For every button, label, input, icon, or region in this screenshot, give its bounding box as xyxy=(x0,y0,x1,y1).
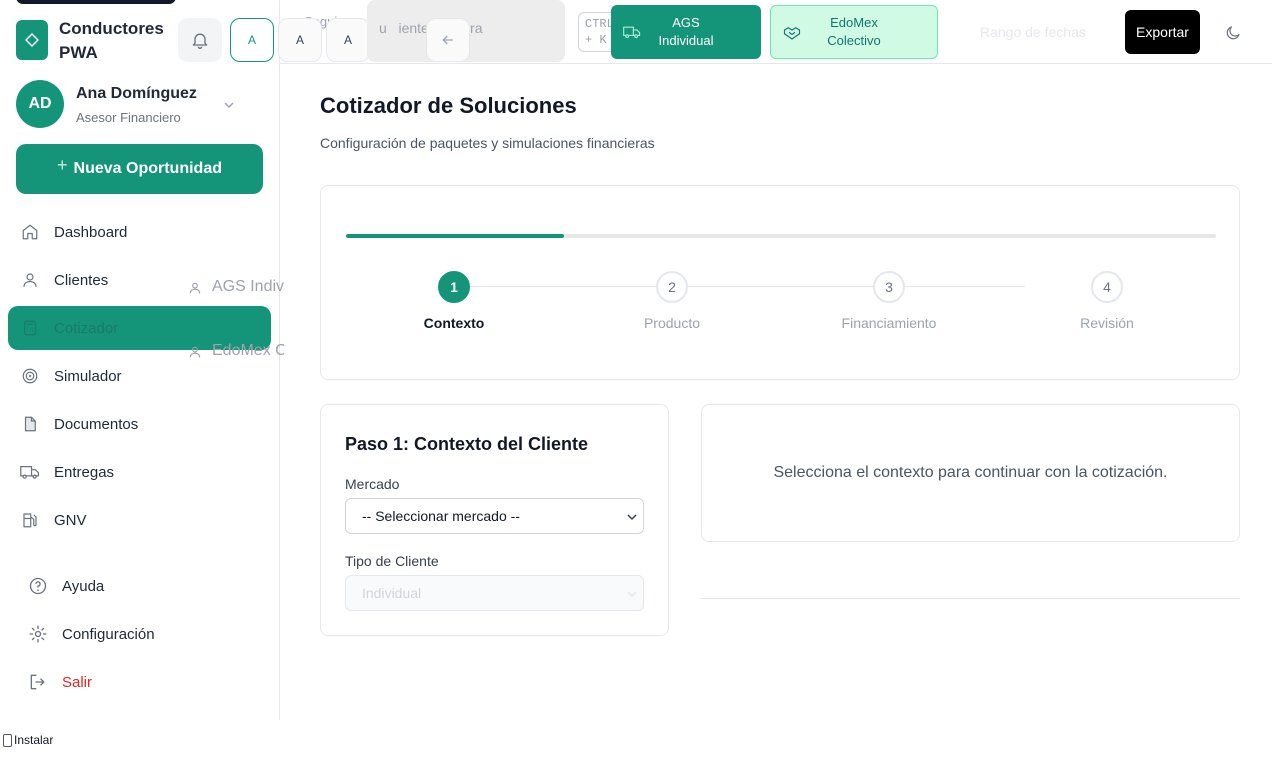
dark-mode-toggle[interactable] xyxy=(1224,24,1242,42)
step-label: Revisión xyxy=(1080,315,1134,331)
settings-label: Configuración xyxy=(62,625,155,643)
market-select[interactable]: -- Seleccionar mercado -- xyxy=(345,498,644,534)
step-number: 1 xyxy=(438,271,470,303)
submenu-item-ags-individual[interactable]: AGS Individual xyxy=(188,275,284,299)
chevron-down-icon xyxy=(627,590,637,598)
submenu-label: AGS Individual xyxy=(212,278,284,295)
divider xyxy=(701,598,1240,599)
step-number: 2 xyxy=(656,271,688,303)
truck-icon xyxy=(623,24,641,40)
handshake-icon xyxy=(783,25,801,41)
market-select-value: -- Seleccionar mercado -- xyxy=(362,508,520,524)
date-range-picker[interactable]: Rango de fechas xyxy=(980,24,1086,40)
sidebar-item-label: Clientes xyxy=(54,271,109,289)
help-label: Ayuda xyxy=(62,577,105,595)
fuel-icon xyxy=(20,510,40,530)
bell-icon xyxy=(192,33,208,49)
sidebar: Conductores PWA AD Ana Domínguez Asesor … xyxy=(0,0,284,720)
user-icon xyxy=(188,345,202,359)
font-size-small-button[interactable]: A xyxy=(230,18,274,62)
help-link[interactable]: Ayuda xyxy=(28,576,104,596)
avatar[interactable]: AD xyxy=(16,80,64,128)
market-field-label: Mercado xyxy=(345,476,400,492)
target-icon xyxy=(20,366,40,386)
sidebar-item-label: Documentos xyxy=(54,415,139,433)
new-opportunity-button[interactable]: + Nueva Oportunidad xyxy=(16,144,263,194)
diamond-icon xyxy=(25,33,39,47)
app-logo xyxy=(16,20,48,60)
stepper-card: 1 Contexto 2 Producto 3 Financiamiento 4… xyxy=(320,185,1240,380)
logout-link[interactable]: Salir xyxy=(28,672,92,692)
user-icon xyxy=(188,281,202,295)
back-button[interactable] xyxy=(426,18,470,62)
step-label: Financiamiento xyxy=(841,315,937,331)
client-type-field-label: Tipo de Cliente xyxy=(345,553,439,569)
sidebar-item-documentos[interactable]: Documentos xyxy=(8,402,271,446)
export-button[interactable]: Exportar xyxy=(1125,10,1200,54)
progress-bar-fill xyxy=(346,234,564,238)
font-size-medium-button[interactable]: A xyxy=(278,18,322,62)
step-contexto[interactable]: 1 Contexto xyxy=(374,271,534,331)
logout-icon xyxy=(28,672,48,692)
step-number: 4 xyxy=(1091,271,1123,303)
calculator-icon xyxy=(20,318,40,338)
settings-link[interactable]: Configuración xyxy=(28,624,155,644)
form-title: Paso 1: Contexto del Cliente xyxy=(345,434,589,454)
sidebar-item-gnv[interactable]: GNV xyxy=(8,498,271,542)
home-icon xyxy=(20,222,40,242)
step-number: 3 xyxy=(873,271,905,303)
sidebar-item-dashboard[interactable]: Dashboard xyxy=(8,210,271,254)
user-name: Ana Domínguez xyxy=(76,85,197,102)
sidebar-item-label: GNV xyxy=(54,511,87,529)
help-icon xyxy=(28,576,48,596)
arrow-left-icon xyxy=(442,35,453,45)
chevron-down-icon[interactable] xyxy=(222,98,236,112)
sidebar-item-label: Cotizador xyxy=(54,319,119,337)
step-producto[interactable]: 2 Producto xyxy=(592,271,752,331)
page-subtitle: Configuración de paquetes y simulaciones… xyxy=(320,135,655,151)
page-title: Cotizador de Soluciones xyxy=(320,93,577,118)
app-name: Conductores PWA xyxy=(59,19,164,62)
moon-icon xyxy=(1226,26,1240,40)
market-edomex-colectivo-button[interactable]: EdoMex Colectivo xyxy=(770,5,938,59)
new-opportunity-label: Nueva Oportunidad xyxy=(73,160,222,177)
gear-icon xyxy=(28,624,48,644)
step-financiamiento[interactable]: 3 Financiamiento xyxy=(809,271,969,331)
plus-icon: + xyxy=(57,154,68,175)
step-label: Contexto xyxy=(423,315,485,331)
context-hint-card: Selecciona el contexto para continuar co… xyxy=(701,404,1240,542)
truck-icon xyxy=(20,462,40,482)
install-icon xyxy=(3,733,12,747)
market-ags-individual-button[interactable]: AGS Individual xyxy=(611,5,761,59)
context-hint-text: Selecciona el contexto para continuar co… xyxy=(773,464,1168,481)
install-label: Instalar xyxy=(14,733,54,747)
sidebar-item-entregas[interactable]: Entregas xyxy=(8,450,271,494)
top-scroll-bar[interactable] xyxy=(16,0,176,4)
user-icon xyxy=(20,270,40,290)
font-size-large-button[interactable]: A xyxy=(326,18,370,62)
sidebar-item-label: Entregas xyxy=(54,463,115,481)
progress-bar xyxy=(346,234,1216,238)
step-revision[interactable]: 4 Revisión xyxy=(1027,271,1187,331)
step-label: Producto xyxy=(643,315,701,331)
submenu-label: EdoMex Colectivo xyxy=(212,342,284,359)
install-prompt[interactable]: Instalar xyxy=(3,733,53,747)
submenu-item-edomex-colectivo[interactable]: EdoMex Colectivo xyxy=(188,339,284,363)
notifications-button[interactable] xyxy=(178,18,222,62)
client-context-form: Paso 1: Contexto del Cliente Mercado -- … xyxy=(320,404,669,636)
client-type-select-value: Individual xyxy=(362,585,422,601)
sidebar-item-label: Dashboard xyxy=(54,223,128,241)
logout-label: Salir xyxy=(62,673,93,691)
document-icon xyxy=(20,414,40,434)
sidebar-item-label: Simulador xyxy=(54,367,122,385)
client-type-select[interactable]: Individual xyxy=(345,575,644,611)
chevron-down-icon xyxy=(627,513,637,521)
user-role: Asesor Financiero xyxy=(76,110,181,125)
